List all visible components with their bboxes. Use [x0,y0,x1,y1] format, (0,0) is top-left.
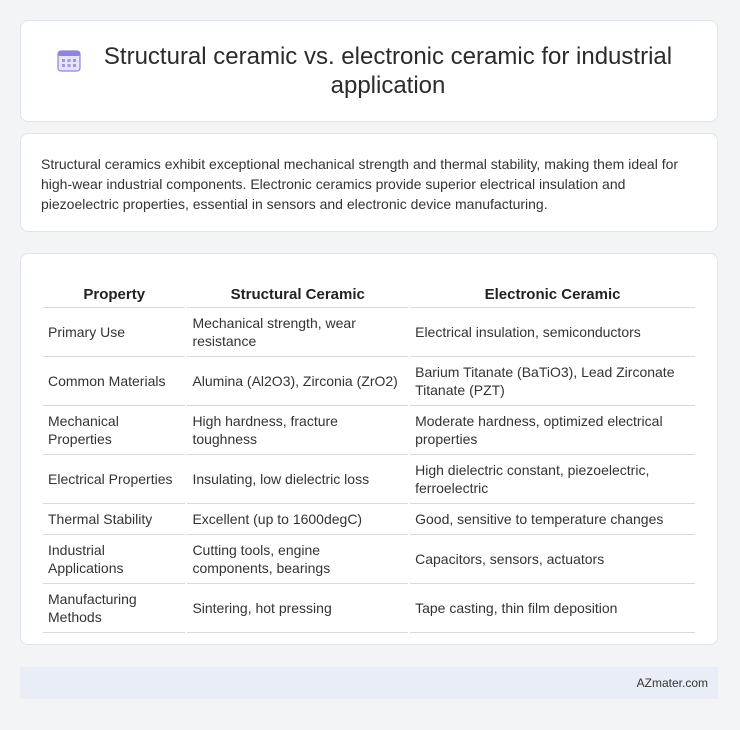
table-row: Electrical Properties Insulating, low di… [43,455,695,504]
table-cell: Electrical insulation, semiconductors [410,308,695,357]
table-cell: Cutting tools, engine components, bearin… [187,535,409,584]
table-cell: Electrical Properties [43,455,186,504]
site-credit: AZmater.com [636,676,708,690]
table-cell: Moderate hardness, optimized electrical … [410,406,695,455]
summary-card: Structural ceramics exhibit exceptional … [20,133,718,232]
table-cell: Excellent (up to 1600degC) [187,504,409,535]
title-card: Structural ceramic vs. electronic cerami… [20,20,718,122]
table-cell: Barium Titanate (BaTiO3), Lead Zirconate… [410,357,695,406]
calendar-icon [57,50,81,72]
table-cell: High dielectric constant, piezoelectric,… [410,455,695,504]
table-row: Primary Use Mechanical strength, wear re… [43,308,695,357]
comparison-table: Property Structural Ceramic Electronic C… [41,274,697,633]
table-row: Manufacturing Methods Sintering, hot pre… [43,584,695,633]
table-cell: High hardness, fracture toughness [187,406,409,455]
table-cell: Alumina (Al2O3), Zirconia (ZrO2) [187,357,409,406]
table-row: Thermal Stability Excellent (up to 1600d… [43,504,695,535]
table-cell: Industrial Applications [43,535,186,584]
table-cell: Primary Use [43,308,186,357]
column-header-property: Property [43,274,186,308]
table-cell: Sintering, hot pressing [187,584,409,633]
footer-bar: AZmater.com [20,667,718,699]
summary-text: Structural ceramics exhibit exceptional … [41,156,679,212]
table-card: Property Structural Ceramic Electronic C… [20,253,718,645]
column-header-electronic: Electronic Ceramic [410,274,695,308]
table-header-row: Property Structural Ceramic Electronic C… [43,274,695,308]
table-row: Industrial Applications Cutting tools, e… [43,535,695,584]
table-cell: Manufacturing Methods [43,584,186,633]
table-cell: Capacitors, sensors, actuators [410,535,695,584]
table-cell: Thermal Stability [43,504,186,535]
table-cell: Good, sensitive to temperature changes [410,504,695,535]
table-row: Common Materials Alumina (Al2O3), Zircon… [43,357,695,406]
title-wrap: Structural ceramic vs. electronic cerami… [49,42,689,100]
table-cell: Mechanical Properties [43,406,186,455]
column-header-structural: Structural Ceramic [187,274,409,308]
table-cell: Mechanical strength, wear resistance [187,308,409,357]
table-row: Mechanical Properties High hardness, fra… [43,406,695,455]
page-title: Structural ceramic vs. electronic cerami… [103,43,673,99]
table-cell: Tape casting, thin film deposition [410,584,695,633]
table-cell: Insulating, low dielectric loss [187,455,409,504]
table-cell: Common Materials [43,357,186,406]
